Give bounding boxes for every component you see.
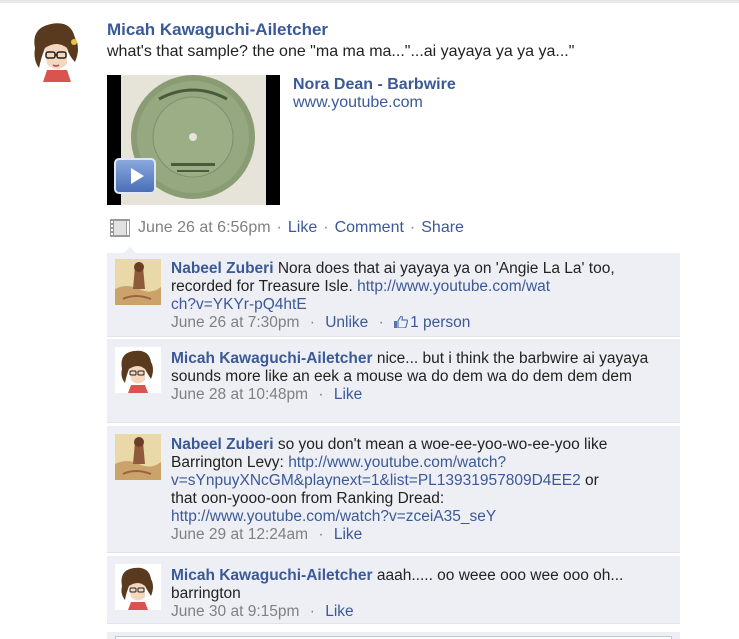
comment-text-middle: or [585, 472, 599, 489]
comment-meta: June 29 at 12:24am · Like [171, 526, 671, 544]
comment-link-url[interactable]: http://www.youtube.com/watch? [288, 454, 506, 471]
comments-list: Nabeel Zuberi Nora does that ai yayaya y… [107, 247, 680, 639]
like-link[interactable]: Like [325, 603, 353, 620]
play-button[interactable] [114, 158, 156, 194]
like-link[interactable]: Like [334, 526, 362, 543]
separator: · [309, 603, 315, 620]
likes-count-link[interactable]: 1 person [394, 314, 470, 331]
commenter-avatar[interactable] [115, 434, 161, 480]
separator: · [309, 314, 315, 331]
comment-link-url-cont[interactable]: ch?v=YKYr-pQ4htE [171, 296, 307, 313]
commenter-avatar[interactable] [115, 564, 161, 610]
thumbs-up-icon [394, 316, 409, 328]
comment-meta: June 28 at 10:48pm · Like [171, 386, 671, 404]
shared-link-url[interactable]: www.youtube.com [293, 94, 423, 112]
comment-timestamp[interactable]: June 26 at 7:30pm [171, 314, 299, 331]
comment-meta: June 26 at 7:30pm · Unlike · 1 person [171, 314, 671, 332]
comment-timestamp[interactable]: June 29 at 12:24am [171, 526, 308, 543]
comment-item: Nabeel Zuberi so you don't mean a woe-ee… [107, 426, 680, 553]
comment-text-middle-2: that oon-yooo-oon from Ranking Dread: [171, 490, 445, 507]
film-icon [110, 219, 130, 237]
commenter-name[interactable]: Micah Kawaguchi-Ailetcher [171, 567, 373, 584]
comment-body: Micah Kawaguchi-Ailetcher nice... but i … [171, 350, 671, 404]
comment-timestamp[interactable]: June 30 at 9:15pm [171, 603, 299, 620]
separator: · [409, 219, 416, 236]
post-meta: June 26 at 6:56pm · Like · Comment · Sha… [110, 219, 464, 237]
comment-body: Micah Kawaguchi-Ailetcher aaah..... oo w… [171, 567, 671, 621]
comment-body: Nabeel Zuberi Nora does that ai yayaya y… [171, 260, 671, 332]
commenter-name[interactable]: Nabeel Zuberi [171, 260, 274, 277]
reply-box [107, 632, 680, 639]
likes-count: 1 person [410, 314, 471, 331]
commenter-avatar[interactable] [115, 259, 161, 305]
comment-link[interactable]: Comment [335, 219, 404, 237]
share-link[interactable]: Share [421, 219, 464, 237]
comment-item: Nabeel Zuberi Nora does that ai yayaya y… [107, 253, 680, 337]
separator: · [276, 219, 282, 236]
like-link[interactable]: Like [288, 219, 317, 237]
shared-link-title[interactable]: Nora Dean - Barbwire [293, 76, 456, 94]
separator: · [318, 386, 324, 403]
post-author-name[interactable]: Micah Kawaguchi-Ailetcher [107, 20, 328, 40]
comment-item: Micah Kawaguchi-Ailetcher nice... but i … [107, 339, 680, 423]
post-text: what's that sample? the one "ma ma ma...… [107, 43, 575, 60]
post-timestamp[interactable]: June 26 at 6:56pm [138, 219, 271, 237]
separator: · [323, 219, 329, 236]
comment-link-url[interactable]: http://www.youtube.com/wat [357, 278, 550, 295]
comment-link-url-cont[interactable]: v=sYnpuyXNcGM&playnext=1&list=PL13931957… [171, 472, 581, 489]
comment-timestamp[interactable]: June 28 at 10:48pm [171, 386, 308, 403]
separator: · [318, 526, 324, 543]
like-link[interactable]: Like [334, 386, 362, 403]
comment-body: Nabeel Zuberi so you don't mean a woe-ee… [171, 436, 671, 544]
comment-item: Micah Kawaguchi-Ailetcher aaah..... oo w… [107, 556, 680, 624]
comment-link-url-2[interactable]: http://www.youtube.com/watch?v=zceiA35_s… [171, 508, 496, 525]
post-author-avatar[interactable] [25, 18, 89, 82]
top-divider [0, 0, 739, 3]
comment-meta: June 30 at 9:15pm · Like [171, 603, 671, 621]
commenter-name[interactable]: Micah Kawaguchi-Ailetcher [171, 350, 373, 367]
commenter-name[interactable]: Nabeel Zuberi [171, 436, 274, 453]
video-thumbnail[interactable] [107, 75, 280, 205]
unlike-link[interactable]: Unlike [325, 314, 368, 331]
separator: · [378, 314, 384, 331]
commenter-avatar[interactable] [115, 347, 161, 393]
